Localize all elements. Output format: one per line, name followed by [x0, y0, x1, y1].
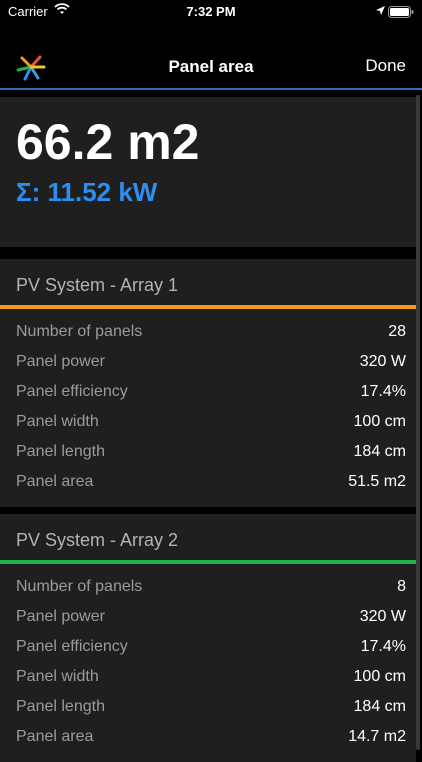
table-row: Panel length 184 cm [16, 443, 406, 460]
navigation-bar: Panel area Done [0, 44, 422, 88]
table-row: Panel length 184 cm [16, 698, 406, 715]
array-card-1: PV System - Array 1 Number of panels 28 P… [0, 259, 416, 507]
battery-icon [388, 6, 414, 21]
total-power: Σ: 11.52 kW [16, 177, 158, 207]
location-arrow-icon [375, 4, 386, 19]
nav-divider [0, 88, 422, 90]
table-row: Panel area 14.7 m2 [16, 728, 406, 745]
table-row: Panel efficiency 17.4% [16, 638, 406, 655]
table-row: Panel power 320 W [16, 353, 406, 370]
page-title: Panel area [168, 57, 254, 76]
table-row: Panel power 320 W [16, 608, 406, 625]
table-row: Number of panels 8 [16, 578, 406, 595]
table-row: Panel efficiency 17.4% [16, 383, 406, 400]
array-title: PV System - Array 2 [16, 530, 179, 550]
scrollbar[interactable] [416, 95, 420, 750]
status-bar: Carrier 7:32 PM [0, 0, 422, 24]
array-card-2: PV System - Array 2 Number of panels 8 Pa… [0, 514, 416, 762]
clock: 7:32 PM [186, 4, 236, 19]
done-button[interactable]: Done [365, 56, 406, 76]
table-row: Panel width 100 cm [16, 668, 406, 685]
summary-card: 66.2 m2 Σ: 11.52 kW [0, 97, 416, 247]
total-area: 66.2 m2 [16, 114, 200, 170]
table-row: Panel area 51.5 m2 [16, 473, 406, 490]
table-row: Number of panels 28 [16, 323, 406, 340]
array-title: PV System - Array 1 [16, 275, 179, 295]
table-row: Panel width 100 cm [16, 413, 406, 430]
